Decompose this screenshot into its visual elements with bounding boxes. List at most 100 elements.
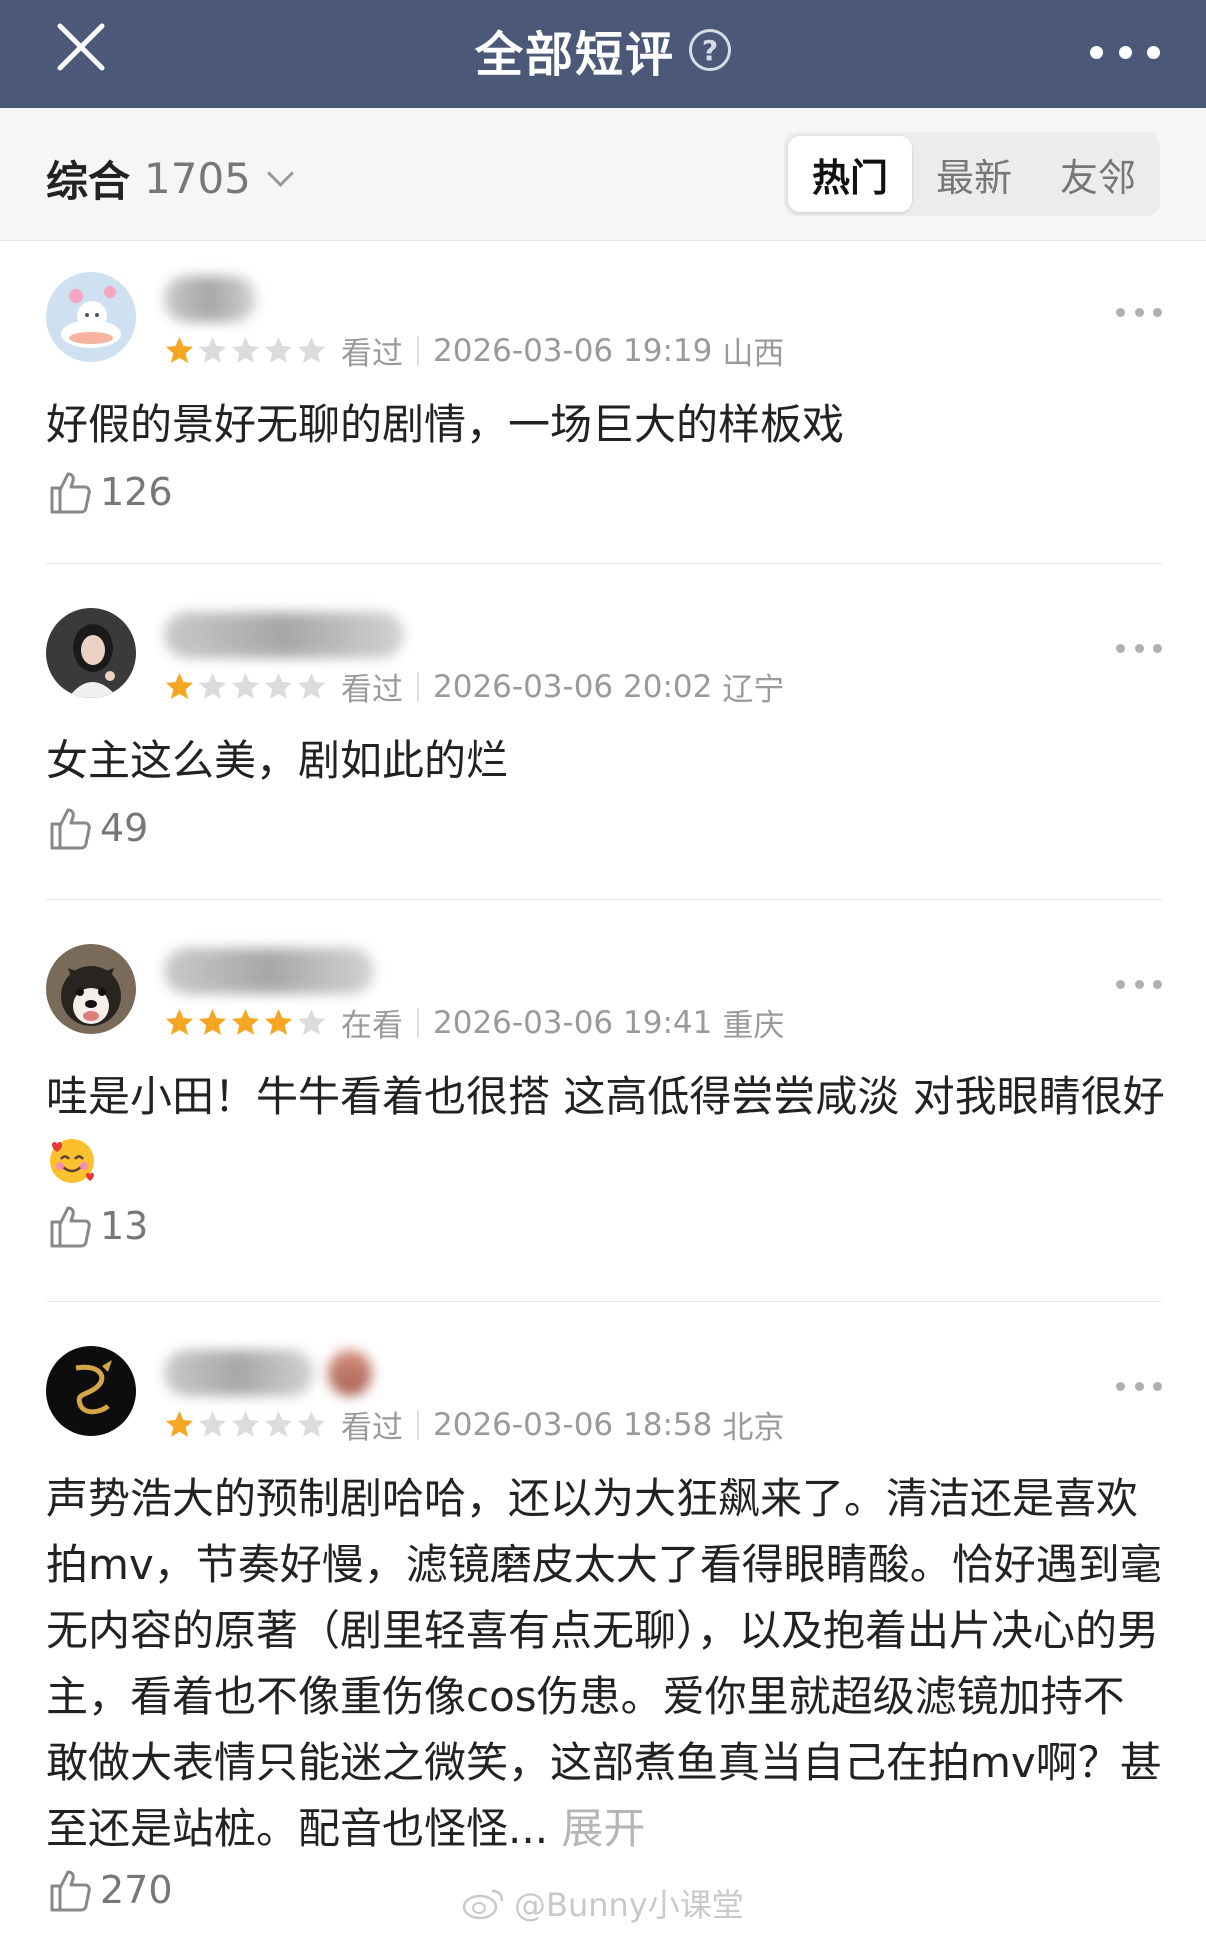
- like-button[interactable]: 13: [46, 1202, 148, 1250]
- star-filled-icon: [165, 672, 194, 699]
- review-text: 女主这么美，剧如此的烂: [46, 736, 509, 785]
- tab-latest[interactable]: 最新: [912, 136, 1036, 212]
- review-item: 看过 2026-03-06 18:58 北京 声势浩大的预制剧哈哈，还以为大狂飙…: [46, 1346, 1162, 1936]
- username-blurred[interactable]: [164, 948, 374, 994]
- review-meta: 在看 2026-03-06 19:41 重庆: [164, 1000, 784, 1045]
- dot: [1147, 45, 1160, 59]
- star-empty-icon: [231, 336, 260, 363]
- more-options-icon[interactable]: [1116, 974, 1162, 994]
- review-item: 看过 2026-03-06 19:19 山西 好假的景好无聊的剧情，一场巨大的样…: [46, 272, 1162, 562]
- star-empty-icon: [198, 336, 227, 363]
- star-filled-icon: [264, 1008, 293, 1035]
- review-location: 重庆: [722, 1008, 785, 1044]
- watermark-text: @Bunny小课堂: [514, 1886, 744, 1924]
- star-empty-icon: [231, 672, 260, 699]
- avatar[interactable]: [46, 1346, 136, 1436]
- like-button[interactable]: 270: [46, 1866, 173, 1914]
- page-title: 全部短评: [474, 27, 675, 83]
- star-empty-icon: [297, 672, 326, 699]
- weibo-logo-icon: [462, 1889, 504, 1920]
- star-empty-icon: [297, 1410, 326, 1437]
- review-datetime: 2026-03-06 19:41: [433, 1004, 713, 1041]
- like-count: 270: [100, 1868, 173, 1912]
- meta-divider: [417, 671, 419, 702]
- meta-divider: [417, 1007, 419, 1038]
- review-text-body: 声势浩大的预制剧哈哈，还以为大狂飙来了。清洁还是喜欢拍mv，节奏好慢，滤镜磨皮太…: [46, 1474, 1162, 1853]
- more-options-icon[interactable]: [1116, 638, 1162, 658]
- like-count: 49: [100, 806, 149, 850]
- star-empty-icon: [198, 672, 227, 699]
- review-item: 在看 2026-03-06 19:41 重庆 哇是小田！牛牛看着也很搭 这高低得…: [46, 944, 1165, 1304]
- watch-status: 看过: [341, 1410, 403, 1446]
- expand-link[interactable]: 展开: [561, 1804, 645, 1853]
- thumbs-up-icon: [50, 472, 91, 514]
- rating-stars: [164, 335, 327, 366]
- divider: [46, 899, 1162, 900]
- review-count: 1705: [144, 154, 251, 203]
- review-text: 声势浩大的预制剧哈哈，还以为大狂飙来了。清洁还是喜欢拍mv，节奏好慢，滤镜磨皮太…: [46, 1466, 1162, 1862]
- avatar[interactable]: [46, 272, 136, 362]
- username-badge-blurred: [328, 1350, 372, 1396]
- thumbs-up-icon: [50, 808, 91, 850]
- thumbs-up-icon: [50, 1206, 91, 1248]
- divider: [46, 1301, 1162, 1302]
- watermark: @Bunny小课堂: [462, 1880, 744, 1926]
- star-filled-icon: [165, 1008, 194, 1035]
- meta-divider: [417, 335, 419, 366]
- smiling-face-with-hearts-icon: [46, 1135, 98, 1187]
- sort-dropdown[interactable]: 综合 1705: [46, 148, 294, 209]
- star-empty-icon: [264, 336, 293, 363]
- more-options-icon[interactable]: [1116, 302, 1162, 322]
- review-text-body: 哇是小田！牛牛看着也很搭 这高低得尝尝咸淡 对我眼睛很好: [46, 1072, 1165, 1121]
- star-empty-icon: [297, 1008, 326, 1035]
- review-datetime: 2026-03-06 18:58: [433, 1406, 713, 1443]
- like-button[interactable]: 49: [46, 804, 148, 852]
- star-empty-icon: [264, 1410, 293, 1437]
- star-filled-icon: [165, 1410, 194, 1437]
- chevron-down-icon: [266, 160, 294, 187]
- nav-title-group: 全部短评 ?: [0, 0, 1206, 100]
- star-empty-icon: [231, 1410, 260, 1437]
- star-empty-icon: [297, 336, 326, 363]
- top-nav-bar: 全部短评 ?: [0, 0, 1206, 108]
- review-location: 山西: [722, 336, 785, 372]
- like-count: 126: [100, 470, 173, 514]
- like-button[interactable]: 126: [46, 468, 173, 516]
- thumbs-up-icon: [50, 1870, 91, 1912]
- star-filled-icon: [165, 336, 194, 363]
- more-options-icon[interactable]: [1116, 1376, 1162, 1396]
- dot: [1118, 45, 1132, 59]
- sort-label: 综合: [46, 157, 131, 206]
- tab-hot[interactable]: 热门: [788, 136, 912, 212]
- star-empty-icon: [264, 672, 293, 699]
- star-empty-icon: [198, 1410, 227, 1437]
- watch-status: 在看: [341, 1008, 403, 1044]
- rating-stars: [164, 1007, 327, 1038]
- review-meta: 看过 2026-03-06 19:19 山西: [164, 328, 784, 373]
- review-datetime: 2026-03-06 20:02: [433, 668, 713, 705]
- review-location: 北京: [722, 1410, 785, 1446]
- sort-segmented-control: 热门 最新 友邻: [784, 132, 1160, 216]
- review-text: 哇是小田！牛牛看着也很搭 这高低得尝尝咸淡 对我眼睛很好: [46, 1064, 1166, 1196]
- watch-status: 看过: [341, 672, 403, 708]
- review-meta: 看过 2026-03-06 20:02 辽宁: [164, 664, 784, 709]
- username-blurred[interactable]: [164, 1350, 314, 1396]
- username-blurred[interactable]: [164, 612, 404, 658]
- avatar[interactable]: [46, 608, 136, 698]
- rating-stars: [164, 671, 327, 702]
- review-item: 看过 2026-03-06 20:02 辽宁 女主这么美，剧如此的烂 49: [46, 608, 1162, 898]
- review-datetime: 2026-03-06 19:19: [433, 332, 713, 369]
- divider: [46, 563, 1162, 564]
- more-horizontal-icon[interactable]: [1090, 24, 1160, 80]
- filter-bar: 综合 1705 热门 最新 友邻: [0, 108, 1206, 241]
- tab-friends[interactable]: 友邻: [1036, 136, 1160, 212]
- username-blurred[interactable]: [164, 276, 256, 322]
- rating-stars: [164, 1409, 327, 1440]
- question-circle-icon[interactable]: ?: [689, 29, 731, 71]
- star-filled-icon: [198, 1008, 227, 1035]
- like-count: 13: [100, 1204, 149, 1248]
- dot: [1090, 45, 1103, 59]
- avatar[interactable]: [46, 944, 136, 1034]
- star-filled-icon: [231, 1008, 260, 1035]
- review-location: 辽宁: [722, 672, 785, 708]
